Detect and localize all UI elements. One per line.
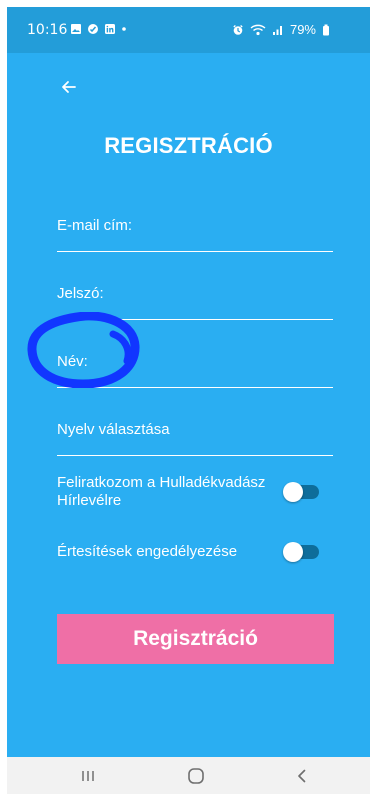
arrow-left-icon xyxy=(62,81,76,93)
back-button[interactable] xyxy=(55,73,83,101)
chevron-left-icon xyxy=(298,769,306,783)
registration-screen: 10:16 79% REGISZTRÁCIÓ E-mail cím: Jelsz… xyxy=(7,7,370,757)
more-notifications-dot-icon xyxy=(122,27,126,31)
recent-apps-icon xyxy=(82,771,94,781)
language-label: Nyelv választása xyxy=(57,421,170,438)
gallery-notification-icon xyxy=(71,24,81,34)
battery-percentage: 79% xyxy=(289,22,316,37)
system-status-icons: 79% xyxy=(232,22,330,37)
register-button[interactable]: Regisztráció xyxy=(57,614,334,664)
linkedin-notification-icon xyxy=(105,24,115,34)
page-title: REGISZTRÁCIÓ xyxy=(104,133,273,158)
alarm-icon xyxy=(233,24,243,35)
status-time: 10:16 xyxy=(27,22,68,38)
notification-icons xyxy=(70,23,127,35)
newsletter-switch-knob xyxy=(283,482,303,502)
language-select[interactable]: Nyelv választása xyxy=(57,411,333,456)
password-label: Jelszó: xyxy=(57,285,104,302)
newsletter-toggle-row: Feliratkozom a Hulladékvadász Hírlevélre xyxy=(57,474,333,510)
recent-apps-button[interactable] xyxy=(76,764,100,788)
notifications-label: Értesítések engedélyezése xyxy=(57,543,238,560)
name-label: Név: xyxy=(57,353,88,370)
battery-icon xyxy=(323,24,329,35)
email-label: E-mail cím: xyxy=(57,217,132,234)
notifications-switch-knob xyxy=(283,542,303,562)
chat-notification-icon xyxy=(88,24,98,34)
system-back-button[interactable] xyxy=(290,764,314,788)
password-field[interactable]: Jelszó: xyxy=(57,275,333,320)
notifications-switch[interactable] xyxy=(283,542,319,562)
home-button[interactable] xyxy=(184,764,208,788)
signal-icon xyxy=(272,25,282,35)
newsletter-switch[interactable] xyxy=(283,482,319,502)
notifications-toggle-row: Értesítések engedélyezése xyxy=(57,542,333,562)
home-icon xyxy=(188,768,204,784)
email-field[interactable]: E-mail cím: xyxy=(57,207,333,252)
wifi-icon xyxy=(250,24,266,35)
name-field[interactable]: Név: xyxy=(57,343,333,388)
android-navigation-bar xyxy=(7,757,370,794)
newsletter-label: Feliratkozom a Hulladékvadász Hírlevélre xyxy=(57,474,266,509)
status-bar: 10:16 79% xyxy=(7,7,370,53)
